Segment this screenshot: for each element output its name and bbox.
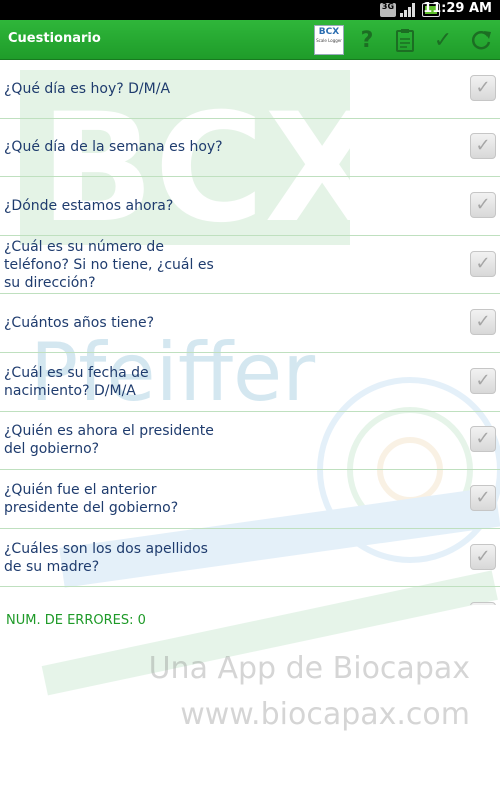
help-icon: ? <box>360 27 374 53</box>
question-text: ¿Quién es ahora el presidente del gobier… <box>4 423 214 458</box>
checkmark-icon: ✓ <box>433 27 453 53</box>
question-row[interactable]: ¿Qué día de la semana es hoy? ✓ <box>0 119 500 178</box>
svg-text:www.biocapax.com: www.biocapax.com <box>180 697 470 732</box>
question-checkbox[interactable]: ✓ <box>470 133 496 160</box>
checkmark-icon: ✓ <box>475 76 491 98</box>
checkmark-icon: ✓ <box>475 428 491 450</box>
checkmark-icon: ✓ <box>475 545 491 567</box>
question-text: ¿Qué día es hoy? D/M/A <box>4 80 171 97</box>
svg-text:Una App de Biocapax: Una App de Biocapax <box>149 651 470 686</box>
question-text: ¿Quién fue el anterior presidente del go… <box>4 481 179 516</box>
question-row[interactable]: ¿Dónde estamos ahora? ✓ <box>0 177 500 236</box>
checkmark-icon: ✓ <box>475 193 491 215</box>
question-checkbox[interactable]: ✓ <box>470 543 496 570</box>
refresh-button[interactable] <box>462 20 500 60</box>
question-checkbox[interactable]: ✓ <box>470 309 496 336</box>
question-checkbox[interactable]: ✓ <box>470 602 496 605</box>
checkmark-icon: ✓ <box>475 135 491 157</box>
question-checkbox[interactable]: ✓ <box>470 367 496 394</box>
action-bar: Cuestionario BCX Scale Logger ? ✓ <box>0 20 500 60</box>
question-checkbox[interactable]: ✓ <box>470 250 496 277</box>
confirm-button[interactable]: ✓ <box>424 20 462 60</box>
question-text: ¿Dónde estamos ahora? <box>4 197 174 214</box>
clipboard-icon <box>396 29 414 52</box>
question-checkbox[interactable]: ✓ <box>470 74 496 101</box>
refresh-icon <box>471 31 491 50</box>
network-3g-icon: 3G <box>380 3 396 17</box>
question-row[interactable]: ¿Cuántos años tiene? ✓ <box>0 294 500 353</box>
bcx-logo-icon: BCX Scale Logger <box>314 25 344 55</box>
checkmark-icon: ✓ <box>475 369 491 391</box>
question-checkbox[interactable]: ✓ <box>470 191 496 218</box>
question-text: ¿Cuál es su fecha de nacimiento? D/M/A <box>4 364 149 399</box>
clock: 11:29 AM <box>423 1 492 16</box>
help-button[interactable]: ? <box>348 20 386 60</box>
question-row-partial[interactable]: ✓ <box>0 587 500 605</box>
question-checkbox[interactable]: ✓ <box>470 426 496 453</box>
question-row[interactable]: ¿Quién es ahora el presidente del gobier… <box>0 412 500 471</box>
question-text: ¿Cuál es su número de teléfono? Si no ti… <box>4 238 214 291</box>
signal-strength-icon <box>400 3 416 17</box>
clipboard-button[interactable] <box>386 20 424 60</box>
question-text: ¿Cuántos años tiene? <box>4 315 155 332</box>
question-text: ¿Cuáles son los dos apellidos de su madr… <box>4 540 208 575</box>
app-title: Cuestionario <box>8 31 101 46</box>
error-count: NUM. DE ERRORES: 0 <box>6 613 146 628</box>
checkmark-icon: ✓ <box>475 486 491 508</box>
question-row[interactable]: ¿Qué día es hoy? D/M/A ✓ <box>0 60 500 119</box>
status-bar: 3G 11:29 AM <box>0 0 500 20</box>
question-row[interactable]: ¿Cuál es su fecha de nacimiento? D/M/A ✓ <box>0 353 500 412</box>
checkmark-icon: ✓ <box>475 311 491 333</box>
checkmark-icon: ✓ <box>475 252 491 274</box>
question-checkbox[interactable]: ✓ <box>470 484 496 511</box>
question-row[interactable]: ¿Cuál es su número de teléfono? Si no ti… <box>0 236 500 295</box>
bcx-logo-button[interactable]: BCX Scale Logger <box>312 20 346 60</box>
question-list: ¿Qué día es hoy? D/M/A ✓ ¿Qué día de la … <box>0 60 500 605</box>
question-text: ¿Qué día de la semana es hoy? <box>4 139 223 156</box>
question-row[interactable]: ¿Quién fue el anterior presidente del go… <box>0 470 500 529</box>
question-row[interactable]: ¿Cuáles son los dos apellidos de su madr… <box>0 529 500 588</box>
questionnaire-content: BCX Pfeiffer Una App de Biocapax www.bio… <box>0 60 500 800</box>
